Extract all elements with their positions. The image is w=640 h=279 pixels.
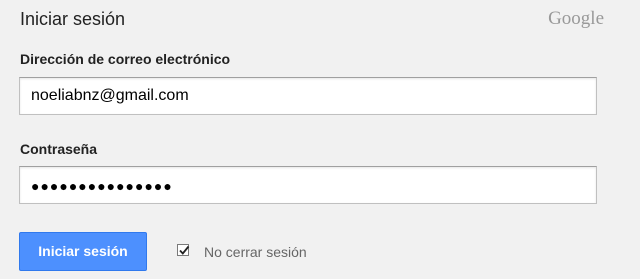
stay-signed-in-label: No cerrar sesión <box>204 244 307 260</box>
email-value: noeliabnz@gmail.com <box>31 87 189 104</box>
sign-in-button[interactable]: Iniciar sesión <box>19 232 147 271</box>
password-value: ●●●●●●●●●●●●●●● <box>31 178 173 194</box>
checkmark-icon <box>179 245 190 255</box>
page-title: Iniciar sesión <box>20 9 126 29</box>
password-field[interactable]: ●●●●●●●●●●●●●●● <box>19 166 597 204</box>
email-field[interactable]: noeliabnz@gmail.com <box>19 77 597 115</box>
stay-signed-in-checkbox[interactable] <box>177 244 190 256</box>
password-label: Contraseña <box>20 141 98 157</box>
google-logo: Google <box>548 8 604 29</box>
email-label: Dirección de correo electrónico <box>20 51 231 67</box>
